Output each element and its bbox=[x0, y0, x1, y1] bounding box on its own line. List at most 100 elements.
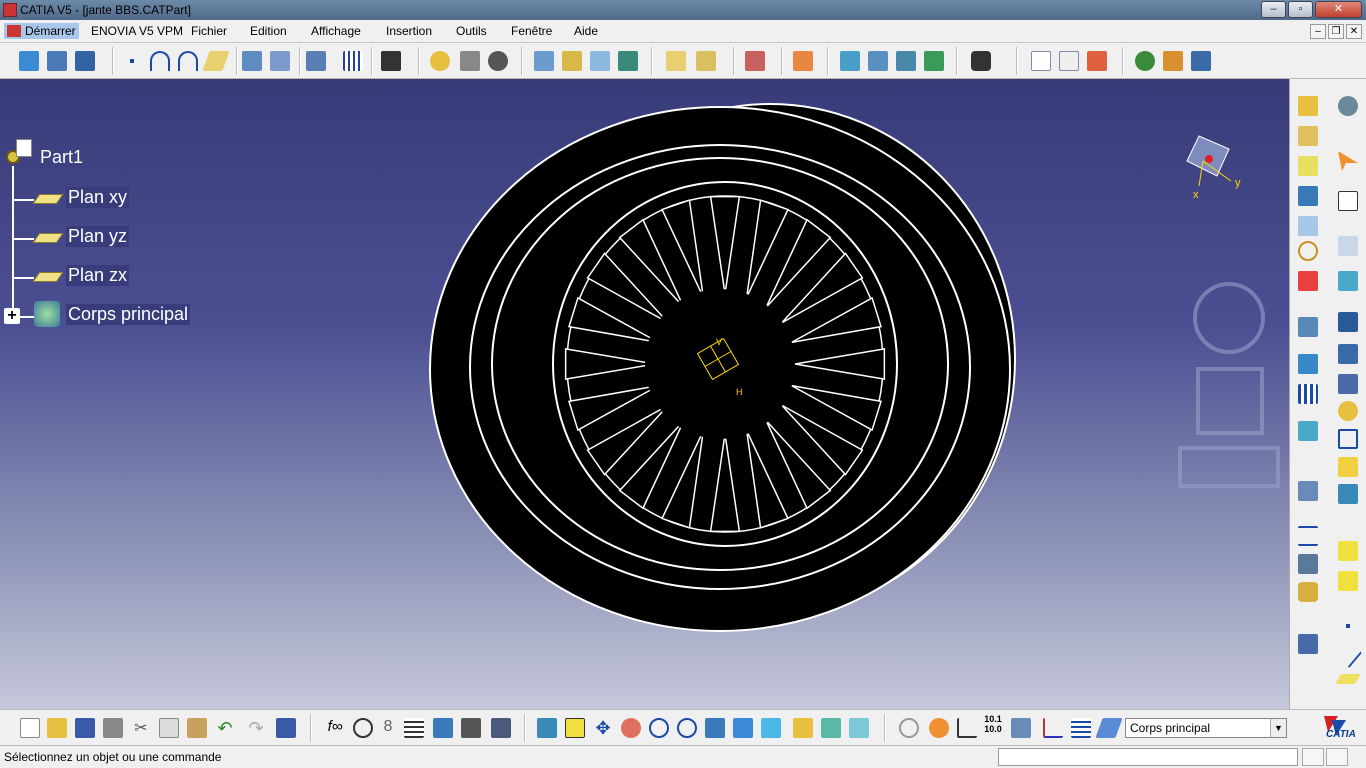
tree-item-corps-principal[interactable]: Corps principal bbox=[66, 304, 191, 325]
catalog-icon[interactable] bbox=[433, 718, 453, 738]
knowledge-icon[interactable] bbox=[1135, 51, 1155, 71]
redo-icon[interactable]: ↷ bbox=[246, 718, 266, 738]
minimize-button[interactable]: – bbox=[1261, 1, 1286, 18]
tree-item-plan-yz[interactable]: Plan yz bbox=[66, 226, 130, 247]
plane-stack-icon[interactable] bbox=[666, 51, 686, 71]
design-table-icon[interactable] bbox=[404, 718, 424, 738]
fly-mode-icon[interactable] bbox=[537, 718, 557, 738]
pad-icon[interactable] bbox=[1298, 96, 1318, 116]
arc-icon[interactable] bbox=[178, 51, 198, 71]
apply-material-icon[interactable] bbox=[840, 51, 860, 71]
cut-icon[interactable]: ✂ bbox=[131, 718, 151, 738]
rib-icon[interactable] bbox=[1298, 271, 1318, 291]
rect-pattern-icon[interactable] bbox=[1298, 384, 1318, 404]
iso-view-icon[interactable] bbox=[761, 718, 781, 738]
pad-icon[interactable] bbox=[430, 51, 450, 71]
point-icon[interactable] bbox=[1338, 616, 1358, 636]
open-folder-icon[interactable] bbox=[47, 718, 67, 738]
zoom-out-icon[interactable] bbox=[677, 718, 697, 738]
shading-icon[interactable] bbox=[793, 718, 813, 738]
annotation-plane-icon[interactable] bbox=[1087, 51, 1107, 71]
plane-icon[interactable] bbox=[1335, 674, 1361, 684]
hide-show-icon[interactable] bbox=[821, 718, 841, 738]
comment-icon[interactable] bbox=[353, 718, 373, 738]
inertia-icon[interactable] bbox=[896, 51, 916, 71]
sew-surface-icon[interactable] bbox=[1338, 541, 1358, 561]
snap-icon[interactable]: 10.1 10.0 bbox=[983, 714, 1003, 734]
close-surface-icon[interactable] bbox=[1338, 484, 1358, 504]
plane-copy-icon[interactable] bbox=[696, 51, 716, 71]
tree-icon[interactable] bbox=[1191, 51, 1211, 71]
material-icon[interactable] bbox=[745, 51, 765, 71]
thickness-icon[interactable] bbox=[618, 51, 638, 71]
stack-icon[interactable] bbox=[1011, 718, 1031, 738]
copy-icon[interactable] bbox=[159, 718, 179, 738]
measure-icon[interactable] bbox=[868, 51, 888, 71]
split-icon[interactable] bbox=[1338, 457, 1358, 477]
line-icon[interactable] bbox=[1333, 639, 1363, 669]
update-icon[interactable] bbox=[899, 718, 919, 738]
tree-root-part1[interactable]: Part1 bbox=[38, 147, 85, 168]
current-body-dropdown[interactable]: Corps principal ▼ bbox=[1125, 718, 1287, 738]
transform-icon[interactable] bbox=[306, 51, 326, 71]
dimension-icon[interactable] bbox=[1298, 526, 1318, 546]
doc-minimize-button[interactable]: – bbox=[1310, 24, 1326, 39]
slot-icon[interactable] bbox=[1338, 271, 1358, 291]
shaft-icon[interactable] bbox=[1298, 156, 1318, 176]
sketch-edit-icon[interactable] bbox=[1338, 191, 1358, 211]
shell-icon[interactable] bbox=[1338, 374, 1358, 394]
constraint-icon[interactable] bbox=[1338, 236, 1358, 256]
sketcher-icon[interactable] bbox=[1338, 96, 1358, 116]
axis-icon[interactable] bbox=[957, 718, 977, 738]
compass-icon[interactable]: x y bbox=[1179, 131, 1241, 201]
pan-ghost-icon[interactable] bbox=[1178, 446, 1280, 488]
grid-icon[interactable] bbox=[1071, 718, 1091, 738]
hole-icon[interactable] bbox=[1298, 216, 1318, 236]
save-icon[interactable] bbox=[75, 718, 95, 738]
bottle-icon[interactable] bbox=[1298, 582, 1318, 602]
thick-surface-icon[interactable] bbox=[1298, 481, 1318, 501]
groove-icon[interactable] bbox=[1298, 186, 1318, 206]
fit-all-icon[interactable] bbox=[565, 718, 585, 738]
paste-icon[interactable] bbox=[187, 718, 207, 738]
select-arrow-icon[interactable] bbox=[1338, 151, 1358, 171]
light-icon[interactable]: 8 bbox=[378, 718, 398, 738]
swap-visible-icon[interactable] bbox=[849, 718, 869, 738]
remove-face-icon[interactable] bbox=[1338, 571, 1358, 591]
eraser-icon[interactable] bbox=[590, 51, 610, 71]
surface-icon[interactable] bbox=[534, 51, 554, 71]
removed-multi-section-icon[interactable] bbox=[1298, 354, 1318, 374]
close-button[interactable]: ✕ bbox=[1315, 1, 1362, 18]
tree-item-plan-xy[interactable]: Plan xy bbox=[66, 187, 130, 208]
thickness-icon[interactable] bbox=[1338, 401, 1358, 421]
axis-system-icon[interactable] bbox=[1298, 634, 1318, 654]
menu-outils[interactable]: Outils bbox=[456, 24, 487, 38]
doc-close-button[interactable]: ✕ bbox=[1346, 24, 1362, 39]
target-icon[interactable] bbox=[1298, 241, 1318, 261]
analysis-icon[interactable] bbox=[381, 51, 401, 71]
multi-section-icon[interactable] bbox=[1338, 312, 1358, 332]
menu-demarrer[interactable]: Démarrer bbox=[4, 23, 79, 39]
stop-update-icon[interactable] bbox=[929, 718, 949, 738]
formula-icon[interactable] bbox=[1163, 51, 1183, 71]
zoom-in-icon[interactable] bbox=[649, 718, 669, 738]
help-icon[interactable] bbox=[276, 718, 296, 738]
stiffener-icon[interactable] bbox=[1298, 317, 1318, 337]
menu-enovia[interactable]: ENOVIA V5 VPM bbox=[91, 24, 183, 38]
menu-fenetre[interactable]: Fenêtre bbox=[511, 24, 552, 38]
list-icon[interactable] bbox=[491, 718, 511, 738]
offset-icon[interactable] bbox=[562, 51, 582, 71]
menu-edition[interactable]: Edition bbox=[250, 24, 287, 38]
tree-item-plan-zx[interactable]: Plan zx bbox=[66, 265, 130, 286]
annotation-icon[interactable] bbox=[1031, 51, 1051, 71]
draft-icon[interactable] bbox=[1338, 344, 1358, 364]
chevron-down-icon[interactable]: ▼ bbox=[1270, 719, 1286, 737]
edge-fillet-icon[interactable] bbox=[460, 51, 480, 71]
whats-this-icon[interactable] bbox=[75, 51, 95, 71]
doc-restore-button[interactable]: ❐ bbox=[1328, 24, 1344, 39]
pattern-icon[interactable] bbox=[343, 51, 363, 71]
render-icon[interactable] bbox=[793, 51, 813, 71]
law-icon[interactable] bbox=[461, 718, 481, 738]
print-icon[interactable] bbox=[103, 718, 123, 738]
undo-icon[interactable]: ↶ bbox=[215, 718, 235, 738]
